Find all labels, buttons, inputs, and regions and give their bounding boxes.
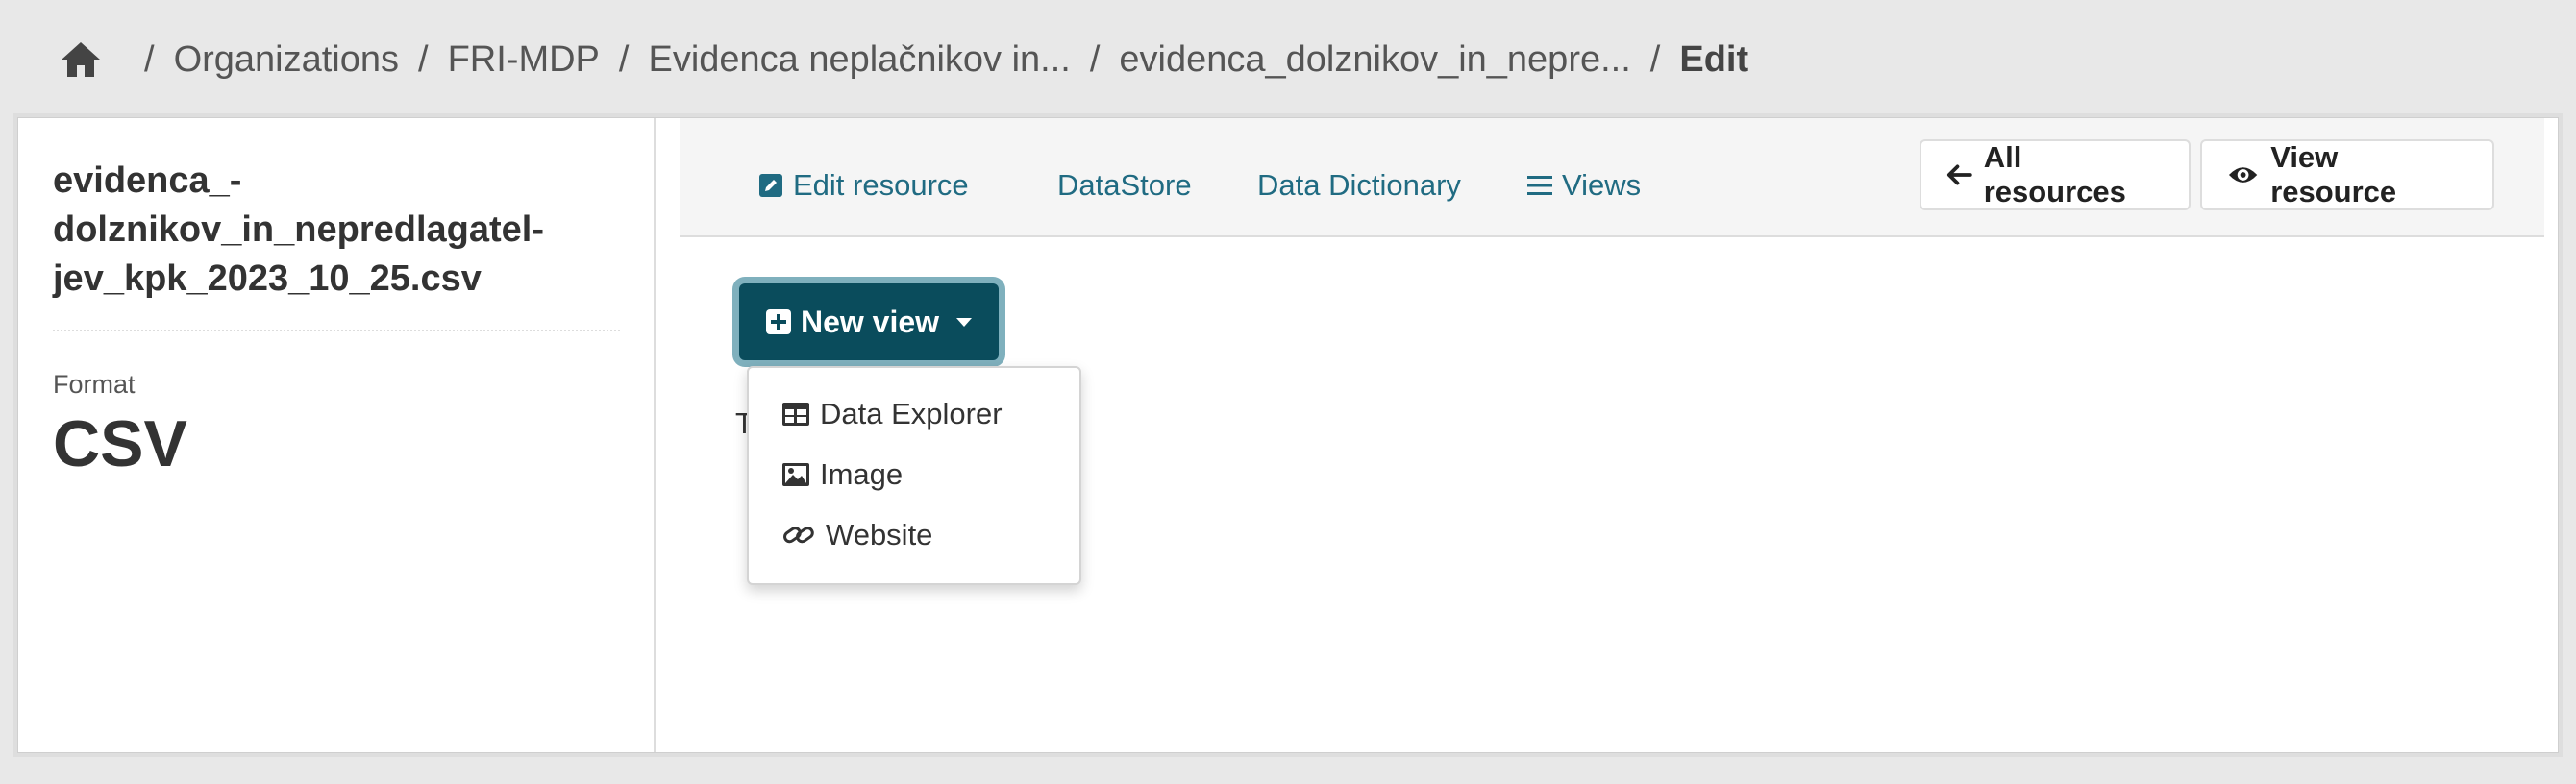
tab-label: Data Dictionary xyxy=(1257,168,1461,202)
content-panel: evidenca_- dolznikov_in_nepredlagatel- j… xyxy=(17,117,2559,753)
resource-title-line: evidenca_- xyxy=(53,160,242,201)
view-resource-button[interactable]: View resource xyxy=(2200,139,2494,210)
eye-icon xyxy=(2228,167,2258,183)
plus-square-icon xyxy=(765,309,791,334)
resource-title-line: dolznikov_in_nepredlagatel- xyxy=(53,209,544,250)
menu-item-label: Data Explorer xyxy=(820,397,1003,430)
arrow-left-icon xyxy=(1946,164,1972,185)
new-view-label: New view xyxy=(800,304,940,339)
breadcrumb-organizations[interactable]: Organizations xyxy=(174,39,399,81)
breadcrumb-separator: / xyxy=(618,38,630,80)
list-icon xyxy=(1527,176,1552,195)
tab-label: DataStore xyxy=(1057,168,1192,202)
format-label: Format xyxy=(53,370,136,399)
new-view-button[interactable]: New view xyxy=(739,283,999,360)
tab-edit-resource[interactable]: Edit resource xyxy=(758,168,969,203)
breadcrumb-resource[interactable]: evidenca_dolznikov_in_nepre... xyxy=(1119,39,1630,81)
tab-views[interactable]: Views xyxy=(1527,168,1641,203)
all-resources-button[interactable]: All resources xyxy=(1920,139,2191,210)
breadcrumb-separator: / xyxy=(144,38,155,80)
menu-item-image[interactable]: Image xyxy=(781,457,903,492)
menu-item-label: Website xyxy=(826,518,933,551)
tab-data-dictionary[interactable]: Data Dictionary xyxy=(1257,168,1461,203)
new-view-dropdown-menu: Data Explorer Image Website xyxy=(747,366,1081,585)
breadcrumb-separator: / xyxy=(418,38,429,80)
tab-label: Edit resource xyxy=(793,168,969,202)
format-value: CSV xyxy=(53,407,187,480)
image-icon xyxy=(782,463,809,486)
breadcrumb: / Organizations / FRI-MDP / Evidenca nep… xyxy=(58,35,1748,85)
view-resource-label: View resource xyxy=(2270,140,2397,208)
edit-icon xyxy=(759,174,782,197)
menu-item-website[interactable]: Website xyxy=(781,518,932,552)
main-content: Edit resource DataStore Data Dictionary … xyxy=(680,118,2544,752)
table-icon xyxy=(782,403,809,426)
menu-item-label: Image xyxy=(820,457,904,491)
breadcrumb-separator: / xyxy=(1089,38,1101,80)
resource-tabs-bar: Edit resource DataStore Data Dictionary … xyxy=(680,118,2544,237)
resource-title: evidenca_- dolznikov_in_nepredlagatel- j… xyxy=(53,157,630,304)
link-icon xyxy=(783,527,814,544)
caret-down-icon xyxy=(956,317,973,327)
sidebar-divider xyxy=(53,330,620,331)
breadcrumb-organization[interactable]: FRI-MDP xyxy=(448,39,600,81)
menu-item-data-explorer[interactable]: Data Explorer xyxy=(781,397,1003,431)
tab-label: Views xyxy=(1562,168,1642,202)
all-resources-label: All resources xyxy=(1983,140,2126,208)
resource-title-line: jev_kpk_2023_10_25.csv xyxy=(53,258,482,299)
breadcrumb-separator: / xyxy=(1649,38,1661,80)
breadcrumb-current: Edit xyxy=(1679,38,1749,80)
breadcrumb-dataset[interactable]: Evidenca neplačnikov in... xyxy=(648,39,1070,81)
resource-sidebar: evidenca_- dolznikov_in_nepredlagatel- j… xyxy=(18,118,656,752)
tab-datastore[interactable]: DataStore xyxy=(1057,168,1192,203)
home-icon[interactable] xyxy=(58,38,104,81)
